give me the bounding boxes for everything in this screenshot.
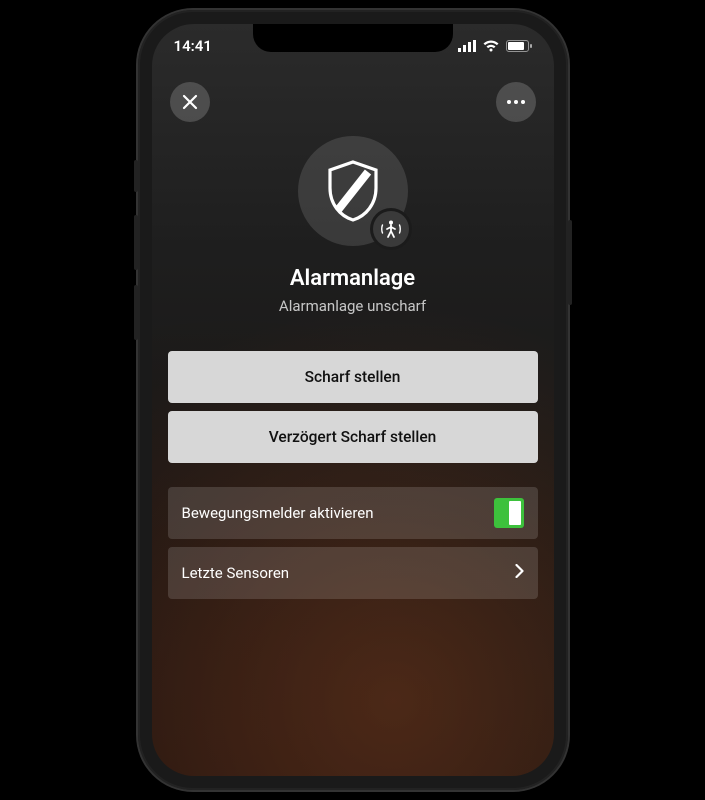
arm-delayed-button[interactable]: Verzögert Scharf stellen (168, 411, 538, 463)
last-sensors-label: Letzte Sensoren (182, 564, 290, 582)
page-title: Alarmanlage (290, 266, 415, 291)
shield-icon (326, 160, 380, 222)
hero-icon-wrap (298, 136, 408, 246)
mute-switch (134, 160, 138, 192)
volume-up-button (134, 215, 138, 270)
top-bar (152, 68, 554, 128)
cellular-icon (458, 40, 476, 52)
arm-button[interactable]: Scharf stellen (168, 351, 538, 403)
options-list: Bewegungsmelder aktivieren Letzte Sensor… (152, 463, 554, 599)
motion-sensor-icon (379, 217, 403, 241)
battery-icon (506, 40, 532, 52)
power-button (568, 220, 572, 305)
screen: 14:41 (152, 24, 554, 776)
status-time: 14:41 (174, 37, 212, 55)
motion-toggle-row[interactable]: Bewegungsmelder aktivieren (168, 487, 538, 539)
volume-down-button (134, 285, 138, 340)
action-buttons: Scharf stellen Verzögert Scharf stellen (152, 315, 554, 463)
status-indicators (458, 40, 532, 52)
more-icon (507, 100, 525, 104)
motion-toggle[interactable] (494, 498, 524, 528)
close-button[interactable] (170, 82, 210, 122)
toggle-knob (509, 501, 521, 525)
motion-badge (370, 208, 412, 250)
wifi-icon (482, 40, 500, 52)
status-text: Alarmanlage unscharf (279, 297, 426, 315)
hero-section: Alarmanlage Alarmanlage unscharf (152, 128, 554, 315)
phone-frame: 14:41 (138, 10, 568, 790)
motion-toggle-label: Bewegungsmelder aktivieren (182, 504, 374, 522)
notch (253, 24, 453, 52)
last-sensors-row[interactable]: Letzte Sensoren (168, 547, 538, 599)
close-icon (182, 94, 198, 110)
chevron-right-icon (515, 564, 524, 582)
more-button[interactable] (496, 82, 536, 122)
